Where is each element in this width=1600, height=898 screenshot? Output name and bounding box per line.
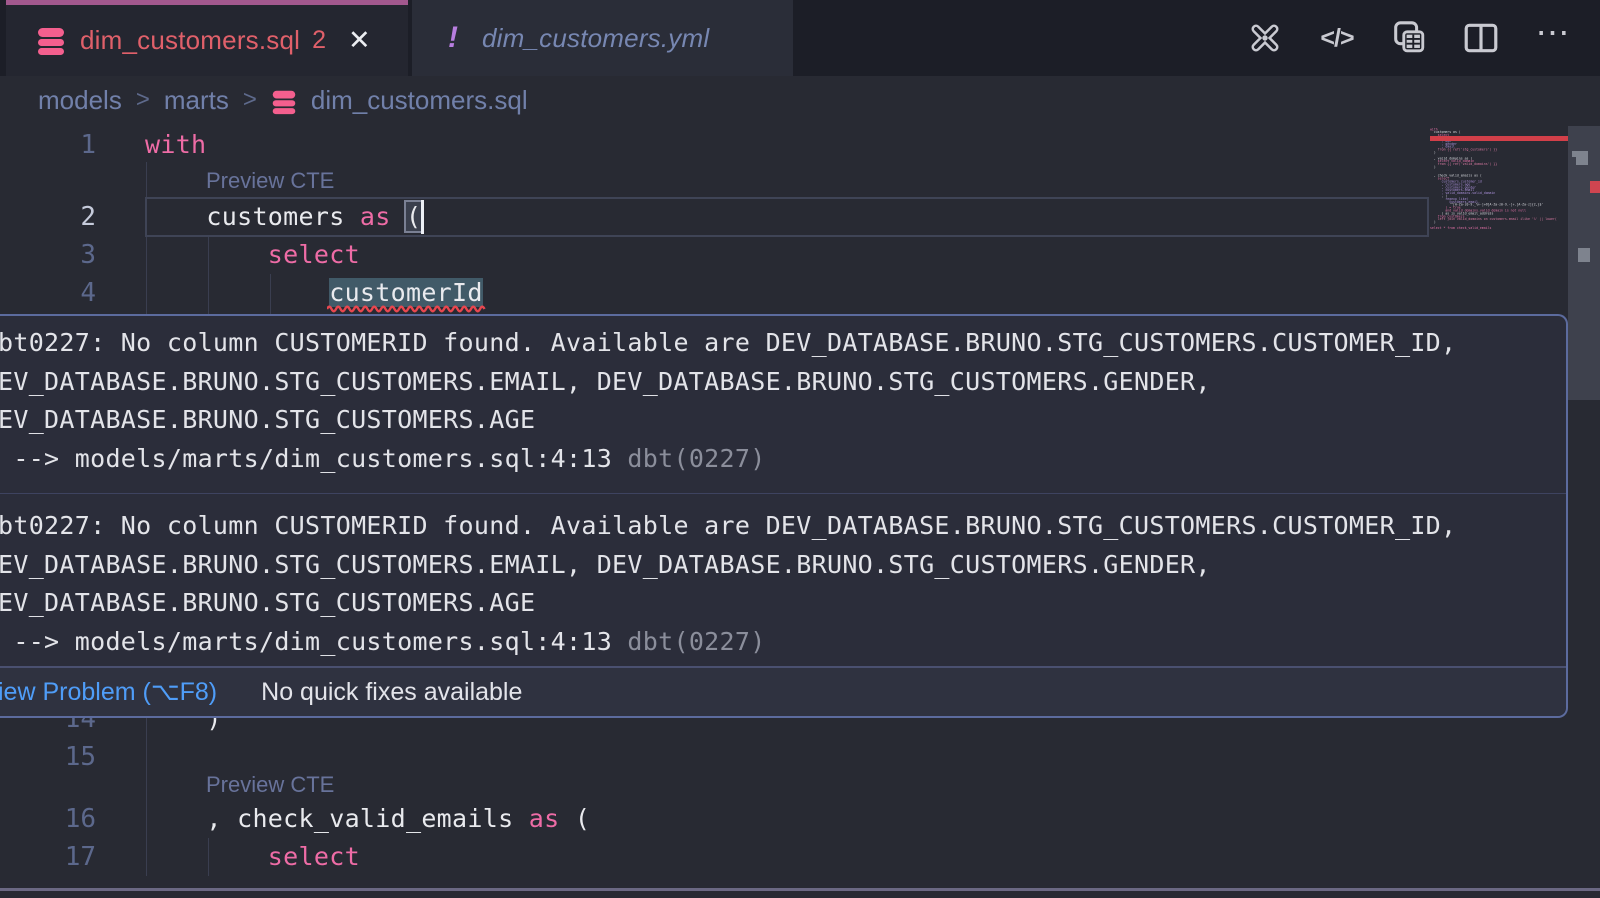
error-message-line: bt0227: No column CUSTOMERID found. Avai… — [0, 324, 1566, 363]
error-message-line: EV_DATABASE.BRUNO.STG_CUSTOMERS.AGE — [0, 584, 1566, 623]
error-message-line: EV_DATABASE.BRUNO.STG_CUSTOMERS.EMAIL, D… — [0, 363, 1566, 402]
matched-bracket: ( — [406, 202, 421, 231]
code-token — [391, 202, 406, 231]
scrollbar-slider[interactable] — [1568, 126, 1600, 400]
error-word-highlight: customerId — [329, 278, 483, 307]
error-message-line: bt0227: No column CUSTOMERID found. Avai… — [0, 507, 1566, 546]
query-results-icon[interactable] — [1390, 19, 1428, 57]
close-icon[interactable]: ✕ — [348, 27, 371, 54]
overview-ruler-mark — [1578, 248, 1590, 262]
editor-tab-bar: dim_customers.sql 2 ✕ ! dim_customers.ym… — [0, 0, 1600, 76]
view-problem-link[interactable]: iew Problem (⌥F8) — [0, 677, 217, 707]
minimap-line: left join valid_domains on customers.ema… — [1430, 218, 1568, 221]
split-editor-icon[interactable] — [1462, 19, 1500, 57]
line-number: 17 — [30, 838, 96, 876]
error-message-block: bt0227: No column CUSTOMERID found. Avai… — [0, 316, 1566, 478]
minimap[interactable]: with customers as ( select customerId , … — [1430, 128, 1568, 238]
tab-dim-customers-sql[interactable]: dim_customers.sql 2 ✕ — [6, 0, 408, 76]
error-hover-tooltip: bt0227: No column CUSTOMERID found. Avai… — [0, 314, 1568, 718]
breadcrumb: models > marts > dim_customers.sql — [38, 76, 528, 124]
database-icon — [36, 26, 66, 56]
code-line-3[interactable]: select — [145, 236, 360, 274]
code-token: customers — [145, 202, 360, 231]
dbt-power-user-icon[interactable] — [1246, 19, 1284, 57]
minimap-error-bar — [1430, 136, 1568, 141]
tooltip-divider — [0, 493, 1566, 494]
code-token: ( — [560, 804, 591, 833]
tooltip-status-bar: iew Problem (⌥F8) No quick fixes availab… — [0, 666, 1566, 716]
breadcrumb-file[interactable]: dim_customers.sql — [311, 85, 528, 116]
chevron-right-icon: > — [136, 86, 150, 114]
tab-problem-badge: 2 — [312, 26, 326, 55]
code-line-16[interactable]: , check_valid_emails as ( — [145, 800, 590, 838]
chevron-right-icon: > — [243, 86, 257, 114]
code-lens-preview-cte[interactable]: Preview CTE — [206, 772, 334, 798]
error-location-line: --> models/marts/dim_customers.sql:4:13 … — [0, 623, 1566, 662]
no-quick-fixes-text: No quick fixes available — [261, 678, 522, 707]
error-message-line: EV_DATABASE.BRUNO.STG_CUSTOMERS.AGE — [0, 401, 1566, 440]
overview-ruler-mark — [1576, 151, 1588, 165]
error-location: --> models/marts/dim_customers.sql:4:13 — [0, 627, 612, 656]
breadcrumb-marts[interactable]: marts — [164, 85, 229, 116]
text-cursor — [421, 200, 424, 234]
error-message-line: EV_DATABASE.BRUNO.STG_CUSTOMERS.EMAIL, D… — [0, 546, 1566, 585]
tab-dim-customers-yml[interactable]: ! dim_customers.yml — [412, 0, 793, 76]
code-line-1[interactable]: with — [145, 126, 206, 164]
error-location: --> models/marts/dim_customers.sql:4:13 — [0, 444, 612, 473]
error-squiggle — [327, 304, 487, 313]
scrollbar — [1568, 0, 1600, 898]
error-source-code: dbt(0227) — [612, 444, 766, 473]
code-token — [145, 278, 329, 307]
code-token-keyword: as — [529, 804, 560, 833]
minimap-line: select * from check_valid_emails — [1430, 227, 1568, 230]
tab-label: dim_customers.sql — [80, 25, 300, 56]
compile-sql-icon[interactable]: </> — [1318, 19, 1356, 57]
vscode-editor-window: dim_customers.sql 2 ✕ ! dim_customers.ym… — [0, 0, 1600, 898]
line-number: 15 — [30, 738, 96, 776]
line-number: 2 — [30, 198, 96, 236]
line-number: 1 — [30, 126, 96, 164]
code-lens-preview-cte[interactable]: Preview CTE — [206, 168, 334, 194]
more-actions-icon[interactable]: ⋯ — [1534, 19, 1572, 57]
line-number: 3 — [30, 236, 96, 274]
error-source-code: dbt(0227) — [612, 627, 766, 656]
overview-ruler-error-mark — [1590, 181, 1600, 193]
code-line-2[interactable]: customers as ( — [145, 198, 421, 236]
code-token-keyword: as — [360, 202, 391, 231]
tab-label: dim_customers.yml — [482, 23, 709, 54]
code-token: , check_valid_emails — [145, 804, 529, 833]
warning-exclamation-icon: ! — [448, 21, 458, 55]
error-message-block: bt0227: No column CUSTOMERID found. Avai… — [0, 507, 1566, 661]
database-icon — [271, 85, 297, 115]
line-number: 4 — [30, 274, 96, 312]
breadcrumb-models[interactable]: models — [38, 85, 122, 116]
line-number: 16 — [30, 800, 96, 838]
window-bottom-edge — [0, 888, 1600, 891]
code-line-17[interactable]: select — [145, 838, 360, 876]
error-location-line: --> models/marts/dim_customers.sql:4:13 … — [0, 440, 1566, 479]
editor-actions: </> ⋯ — [1246, 0, 1572, 76]
